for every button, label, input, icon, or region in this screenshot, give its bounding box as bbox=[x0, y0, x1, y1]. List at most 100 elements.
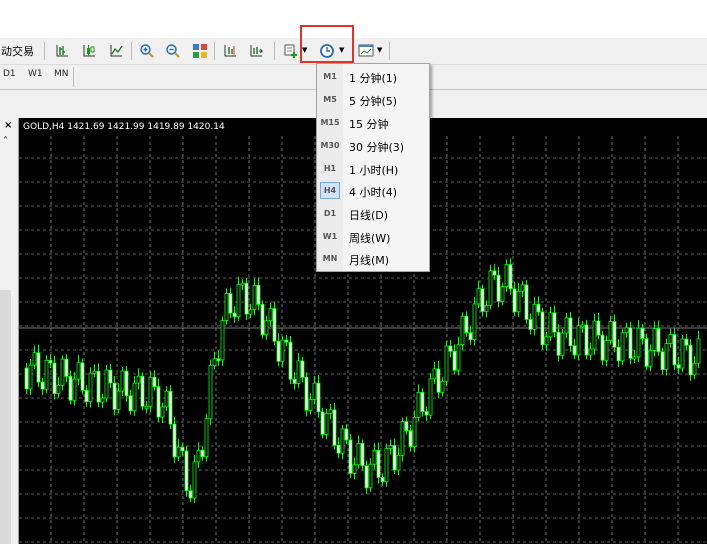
period-menu-item-label: 1 分钟(1) bbox=[349, 72, 398, 85]
candle-body bbox=[292, 378, 297, 385]
tile-windows-icon[interactable] bbox=[190, 41, 210, 61]
period-menu-item-label: 周线(W) bbox=[349, 232, 391, 245]
candle-body bbox=[484, 305, 489, 312]
m1-icon: M1 bbox=[323, 72, 337, 81]
toolbar-separator bbox=[274, 42, 275, 60]
candle-body bbox=[168, 390, 173, 425]
candle-body bbox=[24, 367, 29, 390]
candle-body bbox=[336, 444, 341, 454]
candle-body bbox=[580, 324, 585, 328]
highlight-box bbox=[300, 25, 354, 63]
indicators-icon[interactable] bbox=[281, 41, 301, 61]
candle-body bbox=[404, 421, 409, 431]
candle-body bbox=[32, 352, 37, 366]
candle-body bbox=[592, 320, 597, 350]
timeframe-mn[interactable]: MN bbox=[54, 69, 69, 79]
candle-body bbox=[196, 449, 201, 463]
d1-icon: D1 bbox=[323, 209, 337, 218]
period-menu-item-h4[interactable]: H4 4 小时(4) bbox=[317, 180, 429, 202]
candle-body bbox=[588, 348, 593, 356]
candle-body bbox=[644, 338, 649, 367]
autotrading-button[interactable]: 动交易 bbox=[1, 43, 34, 59]
candle-body bbox=[328, 409, 333, 414]
candle-body bbox=[124, 370, 129, 397]
chart-shift-icon[interactable] bbox=[220, 41, 240, 61]
candle-body bbox=[420, 391, 425, 412]
timeframe-d1[interactable]: D1 bbox=[3, 69, 16, 79]
candle-body bbox=[364, 465, 369, 489]
candle-body bbox=[36, 352, 41, 383]
auto-scroll-icon[interactable] bbox=[246, 41, 266, 61]
candle-body bbox=[656, 328, 661, 353]
candle-body bbox=[320, 411, 325, 435]
candle-body bbox=[316, 382, 321, 413]
mn-icon: MN bbox=[322, 254, 338, 263]
candle-body bbox=[604, 340, 609, 361]
candle-body bbox=[192, 461, 197, 499]
period-menu-item-mn[interactable]: MN 月线(M) bbox=[317, 248, 429, 270]
candle-body bbox=[244, 282, 249, 315]
candle-body bbox=[272, 308, 277, 342]
candle-body bbox=[40, 381, 45, 390]
period-menu-item-label: 1 小时(H) bbox=[349, 164, 399, 177]
chart-title: GOLD,H4 1421.69 1421.99 1419.89 1420.14 bbox=[23, 122, 225, 132]
candle-body bbox=[204, 418, 209, 458]
line-chart-icon[interactable] bbox=[106, 41, 126, 61]
candle-body bbox=[108, 369, 113, 384]
candle-body bbox=[212, 358, 217, 366]
candle-body bbox=[60, 358, 65, 386]
candle-body bbox=[352, 464, 357, 474]
candle-body bbox=[56, 384, 61, 394]
zoom-out-icon[interactable] bbox=[163, 41, 183, 61]
candle-body bbox=[516, 290, 521, 313]
timeframe-w1[interactable]: W1 bbox=[28, 69, 43, 79]
templates-icon[interactable] bbox=[356, 41, 376, 61]
close-icon[interactable]: × bbox=[4, 120, 12, 131]
candle-body bbox=[512, 288, 517, 313]
candle-body bbox=[372, 449, 377, 465]
candle-body bbox=[552, 312, 557, 333]
candle-body bbox=[252, 284, 257, 311]
candle-body bbox=[416, 391, 421, 418]
period-menu-item-m15[interactable]: M15 15 分钟 bbox=[317, 112, 429, 134]
candle-body bbox=[156, 386, 161, 418]
bar-chart-icon[interactable] bbox=[52, 41, 72, 61]
period-menu-item-h1[interactable]: H1 1 小时(H) bbox=[317, 158, 429, 180]
candle-body bbox=[500, 286, 505, 302]
candle-body bbox=[140, 375, 145, 407]
period-menu-item-w1[interactable]: W1 周线(W) bbox=[317, 226, 429, 248]
w1-icon: W1 bbox=[322, 232, 338, 241]
candle-body bbox=[536, 303, 541, 313]
m15-icon: M15 bbox=[320, 118, 340, 127]
period-menu-item-m30[interactable]: M30 30 分钟(3) bbox=[317, 135, 429, 157]
candle-body bbox=[248, 309, 253, 315]
candle-body bbox=[504, 264, 509, 288]
candle-body bbox=[44, 359, 49, 390]
candle-body bbox=[48, 359, 53, 364]
candle-body bbox=[92, 370, 97, 374]
candle-body bbox=[312, 382, 317, 400]
period-menu: M1 1 分钟(1) M5 5 分钟(5) M15 15 分钟 M30 30 分… bbox=[316, 63, 430, 272]
candle-body bbox=[264, 320, 269, 336]
scroll-up-icon[interactable]: ˄ bbox=[3, 136, 8, 147]
candlestick-icon[interactable] bbox=[79, 41, 99, 61]
candle-body bbox=[104, 369, 109, 399]
candle-body bbox=[304, 376, 309, 411]
candle-body bbox=[268, 308, 273, 322]
candle-body bbox=[380, 477, 385, 483]
m30-icon: M30 bbox=[320, 141, 340, 150]
candle-body bbox=[664, 343, 669, 370]
period-menu-item-m1[interactable]: M1 1 分钟(1) bbox=[317, 66, 429, 88]
period-menu-item-m5[interactable]: M5 5 分钟(5) bbox=[317, 89, 429, 111]
candle-body bbox=[532, 303, 537, 330]
toolbar-separator bbox=[389, 42, 390, 60]
period-menu-item-d1[interactable]: D1 日线(D) bbox=[317, 203, 429, 225]
candle-body bbox=[368, 463, 373, 489]
candle-body bbox=[120, 370, 125, 392]
candle-body bbox=[596, 320, 601, 336]
zoom-in-icon[interactable] bbox=[137, 41, 157, 61]
navigator-scrollbar[interactable] bbox=[0, 290, 11, 544]
candle-body bbox=[528, 319, 533, 330]
templates-dropdown-arrow[interactable]: ▼ bbox=[377, 46, 382, 54]
candle-body bbox=[280, 339, 285, 362]
